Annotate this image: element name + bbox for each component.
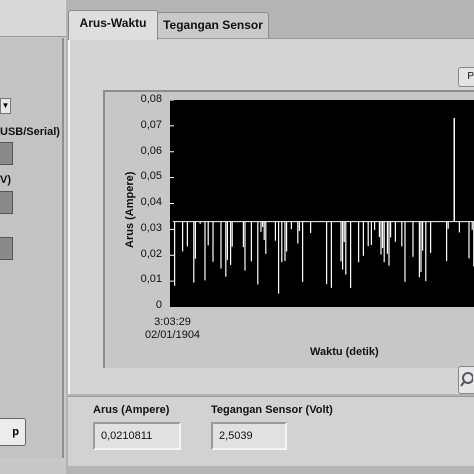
port-dropdown-arrow[interactable]: ▼ (0, 98, 11, 114)
connect-button[interactable] (0, 142, 13, 165)
y-axis-title: Arus (Ampere) (124, 171, 136, 248)
magnifier-icon (460, 372, 474, 387)
waveform-plot-area (170, 100, 474, 307)
x-axis-start-tick: 3:03:29 02/01/1904 (145, 316, 200, 342)
voltage-label: V) (0, 174, 11, 186)
tab-arus-waktu[interactable]: Arus-Waktu (68, 10, 158, 40)
y-tick-label: 0,01 (140, 273, 162, 286)
plot-legend-button[interactable]: P (458, 67, 474, 87)
y-tick-label: 0,08 (140, 93, 162, 105)
plot-bottom-margin (170, 295, 474, 307)
y-tick-label: 0,06 (140, 144, 162, 157)
x-tick-date: 02/01/1904 (145, 329, 201, 341)
y-tick-label: 0 (155, 299, 162, 311)
arus-indicator-value: 0,0210811 (93, 422, 181, 450)
voltage-control[interactable] (0, 191, 13, 214)
plot-background (170, 100, 474, 307)
stop-button[interactable]: p (0, 418, 26, 446)
control-panel: ▼ USB/Serial) V) p (0, 0, 66, 474)
control-panel-header (0, 0, 66, 37)
y-tick-label: 0,07 (140, 118, 162, 131)
tab-tegangan-sensor[interactable]: Tegangan Sensor (157, 12, 269, 38)
x-tick-time: 3:03:29 (154, 316, 191, 328)
toggle-button[interactable] (0, 237, 13, 260)
tegangan-indicator-label: Tegangan Sensor (Volt) (211, 404, 333, 416)
graph-palette-button[interactable] (458, 366, 474, 394)
arus-indicator-label: Arus (Ampere) (93, 404, 170, 416)
tegangan-indicator-value: 2,5039 (211, 422, 287, 450)
x-axis-title: Waktu (detik) (310, 346, 379, 358)
port-type-label: USB/Serial) (0, 126, 60, 138)
y-tick-label: 0,02 (140, 247, 162, 260)
